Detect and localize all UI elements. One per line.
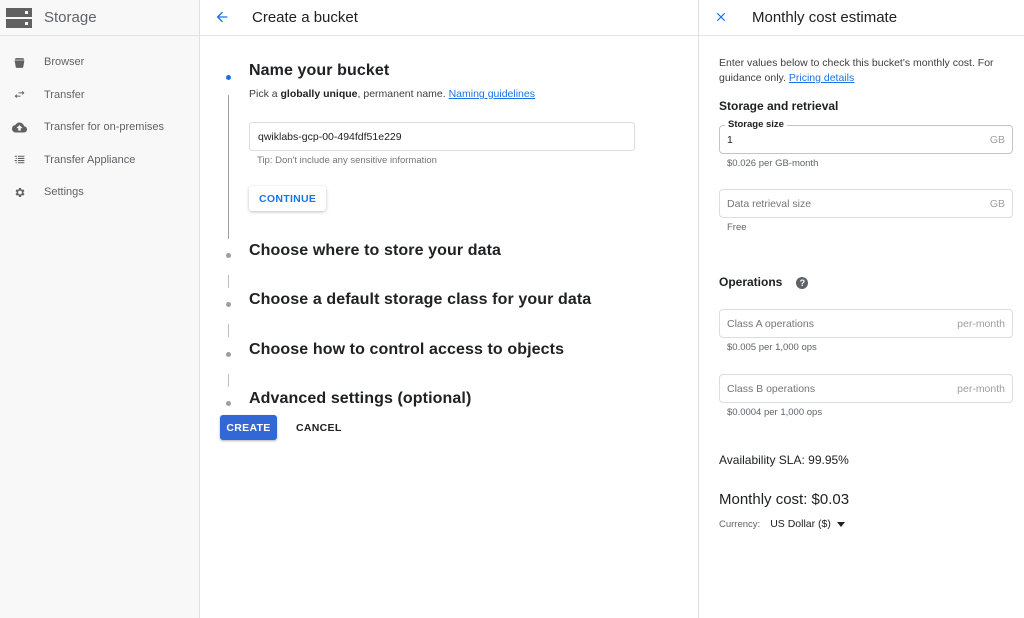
storage-size-field[interactable]: Storage size 1 GB bbox=[719, 119, 1013, 154]
form-actions: CREATE CANCEL bbox=[220, 415, 350, 440]
class-a-hint: $0.005 per 1,000 ops bbox=[727, 342, 817, 353]
app-root: Storage Browser Transfer Transfer for on… bbox=[0, 0, 1024, 618]
availability-sla: Availability SLA: 99.95% bbox=[719, 453, 849, 467]
currency-label: Currency: bbox=[719, 518, 761, 530]
create-button[interactable]: CREATE bbox=[220, 415, 277, 440]
data-retrieval-field[interactable]: Data retrieval size GB bbox=[719, 189, 1013, 218]
back-arrow-icon[interactable] bbox=[214, 9, 232, 27]
desc-bold-text: globally unique bbox=[280, 88, 358, 100]
sidebar-item-label: Settings bbox=[44, 186, 84, 199]
step-title[interactable]: Name your bucket bbox=[249, 62, 635, 80]
step-dot bbox=[226, 302, 231, 307]
sidebar-item-transfer-on-premises[interactable]: Transfer for on-premises bbox=[0, 111, 199, 144]
step-title: Choose where to store your data bbox=[249, 242, 502, 259]
step-connector bbox=[228, 275, 229, 288]
step-location[interactable]: Choose where to store your data bbox=[220, 242, 635, 288]
data-retrieval-hint: Free bbox=[727, 222, 747, 233]
storage-size-unit: GB bbox=[989, 133, 1005, 146]
data-retrieval-unit: GB bbox=[989, 197, 1005, 210]
sidebar: Storage Browser Transfer Transfer for on… bbox=[0, 0, 200, 618]
step-dot bbox=[226, 401, 231, 406]
desc-text: , permanent name. bbox=[357, 88, 449, 100]
sidebar-item-label: Transfer bbox=[44, 88, 85, 101]
class-a-placeholder: Class A operations bbox=[727, 317, 814, 330]
data-retrieval-placeholder: Data retrieval size bbox=[727, 197, 812, 210]
sidebar-item-browser[interactable]: Browser bbox=[0, 46, 199, 79]
cancel-button[interactable]: CANCEL bbox=[288, 415, 350, 440]
step-connector bbox=[228, 374, 229, 387]
currency-value: US Dollar ($) bbox=[770, 518, 831, 530]
currency-select[interactable]: US Dollar ($) bbox=[770, 518, 845, 530]
sidebar-item-label: Transfer for on-premises bbox=[44, 121, 165, 134]
class-a-unit: per-month bbox=[957, 317, 1005, 330]
panel-body: Enter values below to check this bucket'… bbox=[699, 56, 1024, 530]
create-bucket-main: Create a bucket Name your bucket Pick a … bbox=[200, 0, 698, 618]
bucket-icon bbox=[11, 54, 27, 70]
class-b-operations-field[interactable]: Class B operations per-month bbox=[719, 374, 1013, 403]
gear-icon bbox=[11, 184, 27, 200]
sidebar-item-label: Transfer Appliance bbox=[44, 153, 136, 166]
class-b-hint: $0.0004 per 1,000 ops bbox=[727, 407, 823, 418]
help-icon[interactable]: ? bbox=[796, 276, 809, 289]
pricing-details-link[interactable]: Pricing details bbox=[789, 72, 854, 84]
storage-size-hint: $0.026 per GB-month bbox=[727, 158, 819, 169]
step-connector bbox=[228, 324, 229, 337]
step-title: Choose how to control access to objects bbox=[249, 341, 565, 358]
bucket-name-tip: Tip: Don't include any sensitive informa… bbox=[257, 155, 437, 166]
monthly-cost: Monthly cost: $0.03 bbox=[719, 491, 850, 508]
stepper: Name your bucket Pick a globally unique,… bbox=[220, 56, 635, 430]
storage-size-value[interactable]: 1 bbox=[727, 134, 990, 146]
naming-guidelines-link[interactable]: Naming guidelines bbox=[449, 88, 535, 100]
sidebar-item-label: Browser bbox=[44, 56, 85, 69]
sidebar-item-settings[interactable]: Settings bbox=[0, 176, 199, 209]
transfer-arrows-icon bbox=[11, 87, 27, 103]
step-description: Pick a globally unique, permanent name. … bbox=[249, 88, 635, 100]
cost-estimate-panel: Monthly cost estimate Enter values below… bbox=[698, 0, 1024, 618]
storage-logo-icon bbox=[6, 7, 32, 28]
sidebar-item-transfer-appliance[interactable]: Transfer Appliance bbox=[0, 144, 199, 177]
cloud-upload-icon bbox=[11, 119, 27, 135]
appliance-list-icon bbox=[11, 152, 27, 168]
panel-header: Monthly cost estimate bbox=[699, 0, 1024, 36]
currency-row: Currency: US Dollar ($) bbox=[719, 518, 1013, 530]
dropdown-caret-icon bbox=[836, 521, 845, 527]
sidebar-item-transfer[interactable]: Transfer bbox=[0, 79, 199, 112]
step-connector bbox=[228, 95, 229, 239]
sidebar-header: Storage bbox=[0, 0, 199, 36]
desc-text: Pick a bbox=[249, 88, 281, 100]
page-title: Create a bucket bbox=[252, 9, 358, 26]
operations-section-title: Operations? bbox=[719, 275, 1013, 289]
class-a-operations-field[interactable]: Class A operations per-month bbox=[719, 309, 1013, 338]
intro-text: Enter values below to check this bucket'… bbox=[719, 57, 994, 84]
step-title: Choose a default storage class for your … bbox=[249, 291, 592, 308]
step-dot bbox=[226, 253, 231, 258]
step-storage-class[interactable]: Choose a default storage class for your … bbox=[220, 291, 635, 337]
step-dot bbox=[226, 352, 231, 357]
panel-title: Monthly cost estimate bbox=[752, 9, 898, 26]
close-icon[interactable] bbox=[714, 10, 730, 26]
main-header: Create a bucket bbox=[200, 0, 698, 36]
storage-section-title: Storage and retrieval bbox=[719, 99, 839, 113]
class-b-placeholder: Class B operations bbox=[727, 382, 816, 395]
sidebar-nav: Browser Transfer Transfer for on-premise… bbox=[0, 46, 199, 209]
sidebar-title: Storage bbox=[44, 9, 97, 26]
step-dot-active bbox=[226, 75, 231, 80]
panel-intro: Enter values below to check this bucket'… bbox=[719, 56, 1013, 86]
storage-size-label: Storage size bbox=[725, 119, 787, 130]
step-title: Advanced settings (optional) bbox=[249, 390, 472, 407]
step-access-control[interactable]: Choose how to control access to objects bbox=[220, 341, 635, 387]
step-name-bucket: Name your bucket Pick a globally unique,… bbox=[220, 62, 635, 239]
class-b-unit: per-month bbox=[957, 382, 1005, 395]
operations-label: Operations bbox=[719, 275, 783, 289]
continue-button[interactable]: CONTINUE bbox=[249, 186, 327, 211]
bucket-name-input[interactable] bbox=[249, 122, 635, 151]
